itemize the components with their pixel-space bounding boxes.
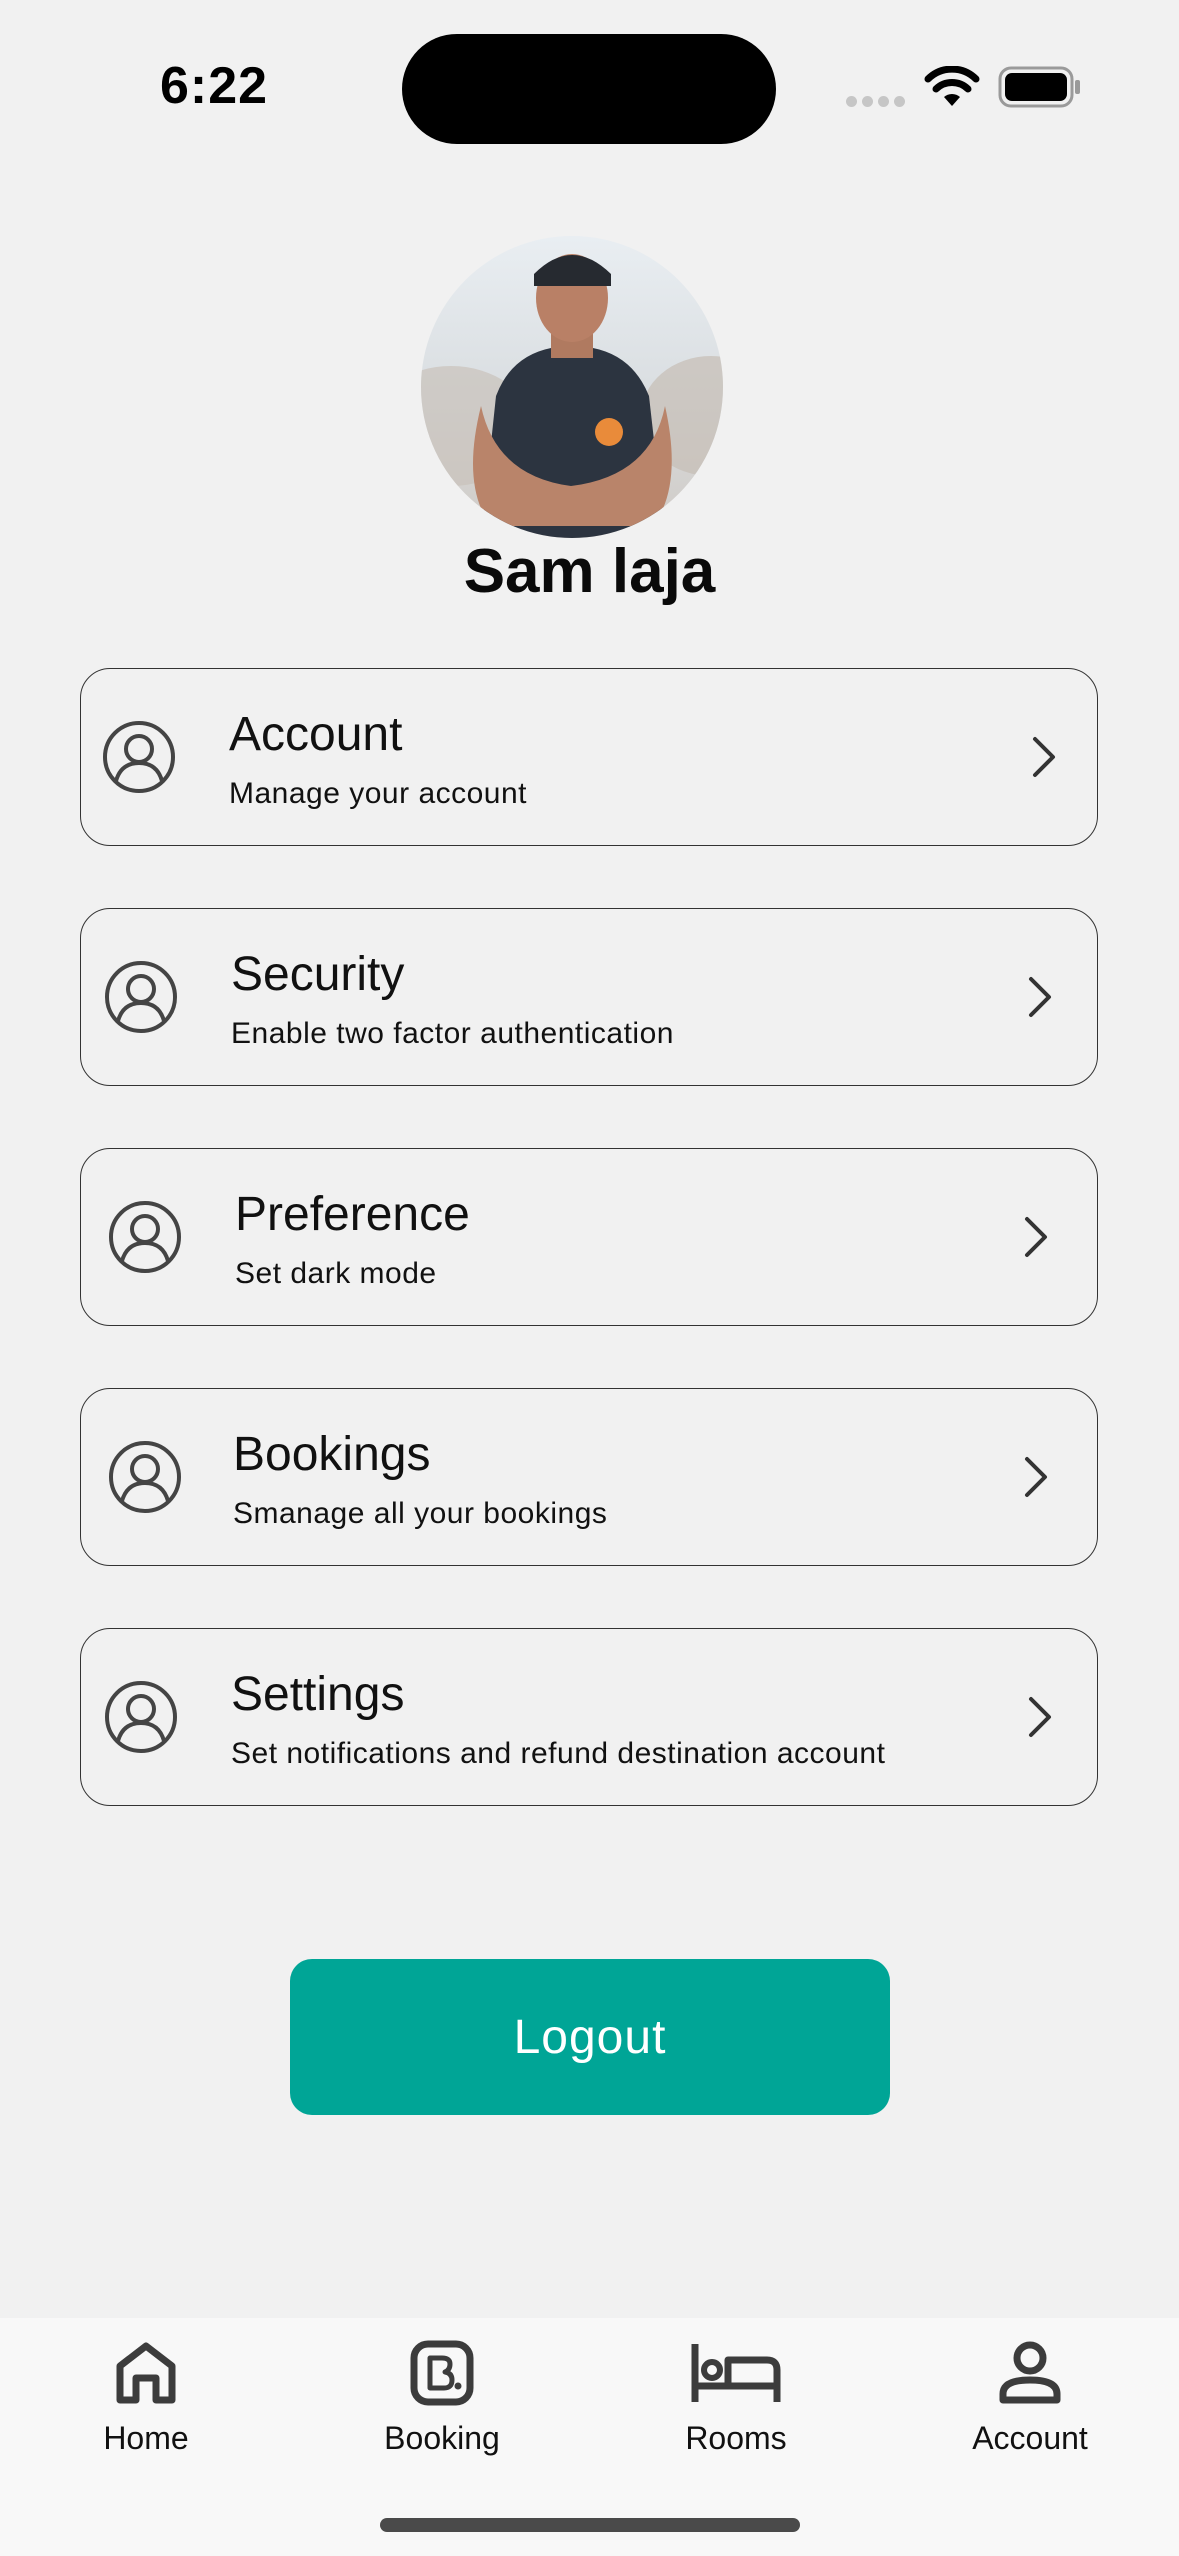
avatar[interactable] bbox=[421, 236, 723, 538]
tab-account[interactable]: Account bbox=[910, 2340, 1150, 2480]
menu-item-preference[interactable]: Preference Set dark mode bbox=[80, 1148, 1098, 1326]
profile-name: Sam laja bbox=[463, 537, 716, 606]
user-icon bbox=[103, 721, 175, 793]
menu-item-title: Bookings bbox=[233, 1428, 431, 1481]
home-icon bbox=[116, 2342, 176, 2404]
tab-rooms[interactable]: Rooms bbox=[616, 2340, 856, 2480]
user-icon bbox=[109, 1441, 181, 1513]
menu-item-subtitle: Smanage all your bookings bbox=[233, 1497, 608, 1530]
menu-item-subtitle: Set notifications and refund destination… bbox=[231, 1737, 886, 1770]
chevron-right-icon bbox=[1033, 737, 1055, 777]
menu-item-title: Settings bbox=[231, 1668, 405, 1721]
menu-item-security[interactable]: Security Enable two factor authenticatio… bbox=[80, 908, 1098, 1086]
menu-item-bookings[interactable]: Bookings Smanage all your bookings bbox=[80, 1388, 1098, 1566]
chevron-right-icon bbox=[1025, 1217, 1047, 1257]
menu-item-subtitle: Enable two factor authentication bbox=[231, 1017, 674, 1050]
chevron-right-icon bbox=[1025, 1457, 1047, 1497]
person-icon bbox=[999, 2341, 1061, 2404]
menu-item-title: Preference bbox=[235, 1188, 470, 1241]
menu-item-settings[interactable]: Settings Set notifications and refund de… bbox=[80, 1628, 1098, 1806]
home-indicator[interactable] bbox=[380, 2518, 800, 2532]
status-time: 6:22 bbox=[160, 57, 269, 115]
user-icon bbox=[105, 961, 177, 1033]
tab-booking[interactable]: Booking bbox=[322, 2340, 562, 2480]
menu-item-subtitle: Set dark mode bbox=[235, 1257, 437, 1290]
user-icon bbox=[105, 1681, 177, 1753]
tab-label: Rooms bbox=[685, 2420, 787, 2456]
booking-icon bbox=[410, 2340, 474, 2406]
tab-label: Booking bbox=[384, 2420, 500, 2456]
tab-home[interactable]: Home bbox=[26, 2340, 266, 2480]
logout-button[interactable]: Logout bbox=[290, 1959, 890, 2115]
chevron-right-icon bbox=[1029, 977, 1051, 1017]
cellular-signal-icon bbox=[846, 96, 906, 108]
menu-item-title: Account bbox=[229, 708, 403, 761]
profile-photo bbox=[421, 254, 723, 538]
menu-item-subtitle: Manage your account bbox=[229, 777, 528, 810]
dynamic-island bbox=[402, 34, 776, 144]
chevron-right-icon bbox=[1029, 1697, 1051, 1737]
user-icon bbox=[109, 1201, 181, 1273]
wifi-icon bbox=[924, 66, 980, 106]
battery-icon bbox=[998, 66, 1080, 108]
bed-icon bbox=[691, 2344, 781, 2402]
tab-label: Account bbox=[972, 2420, 1088, 2456]
menu-item-account[interactable]: Account Manage your account bbox=[80, 668, 1098, 846]
menu-item-title: Security bbox=[231, 948, 405, 1001]
tab-label: Home bbox=[103, 2420, 189, 2456]
